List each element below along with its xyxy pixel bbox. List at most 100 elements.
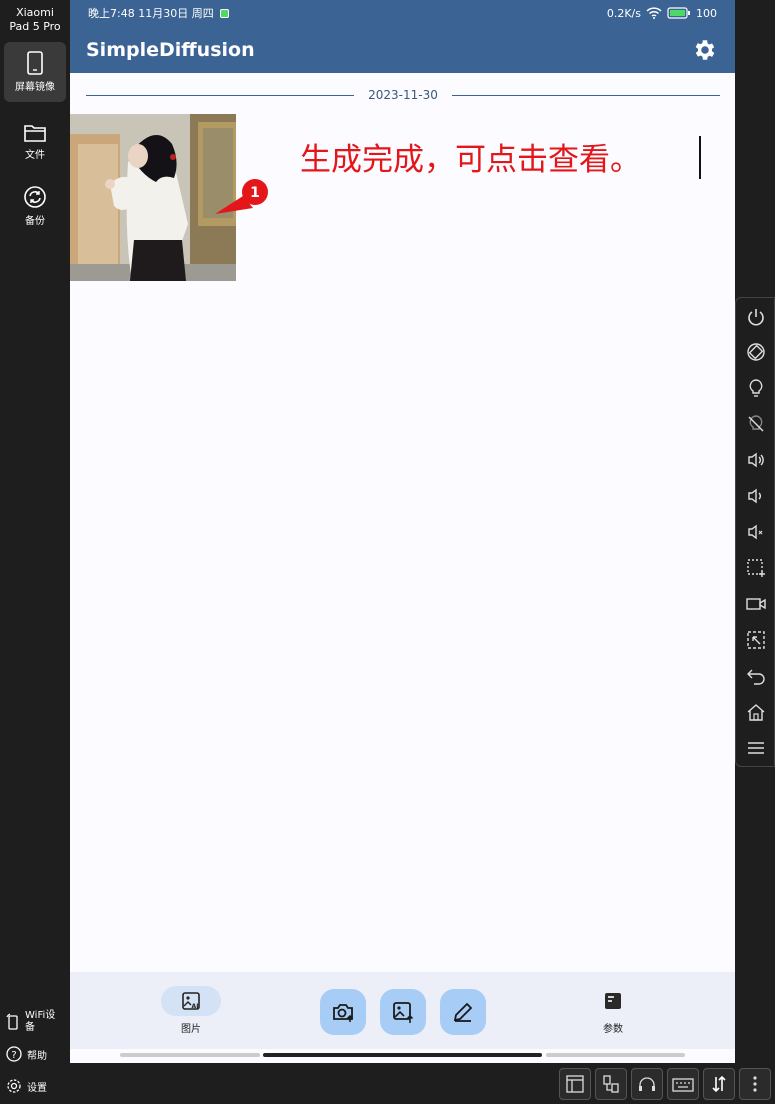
device-name-line1: Xiaomi [16,6,54,19]
battery-icon [667,7,690,19]
edit-icon [453,1002,473,1022]
gear-icon [7,1079,21,1093]
usb-icon [603,1075,619,1093]
light-on-icon [749,379,763,397]
folder-icon [24,125,46,142]
sidebar-item-label: 备份 [25,216,45,227]
bottom-control-strip [70,1063,775,1104]
tab-pill: AI [161,986,221,1016]
settings-button[interactable] [691,36,719,64]
count-badge: 1 [215,179,268,214]
keyboard-button[interactable] [667,1068,699,1100]
window-layout-icon [566,1075,584,1093]
sidebar-item-backup[interactable]: 备份 [4,176,66,236]
record-icon [746,598,766,610]
history-date: 2023-11-30 [368,88,438,102]
region-capture-button[interactable] [745,629,767,651]
more-options-button[interactable] [739,1068,771,1100]
params-icon [605,993,621,1009]
bottom-navigation: AI 图片 参数 [70,972,735,1049]
settings-label: 设置 [27,1082,47,1094]
mute-button[interactable] [745,521,767,543]
help-label: 帮助 [27,1050,47,1062]
volume-down-icon [748,488,761,504]
sidebar-settings[interactable]: 设置 [6,1078,47,1094]
screen-light-off-button[interactable] [745,413,767,435]
power-button[interactable] [745,306,767,328]
device-name: Xiaomi Pad 5 Pro [0,6,70,34]
back-button[interactable] [745,665,767,687]
ai-image-icon: AI [182,992,200,1010]
generated-image-thumbnail[interactable] [70,114,236,281]
home-button[interactable] [745,701,767,723]
camera-upload-button[interactable] [320,989,366,1035]
volume-down-button[interactable] [745,485,767,507]
nav-indicator-right [546,1053,685,1057]
usb-connection-button[interactable] [595,1068,627,1100]
notification-icon [219,8,229,18]
tab-images-label: 图片 [181,1024,201,1035]
image-upload-icon [393,1002,414,1023]
screenshot-button[interactable] [745,557,767,579]
light-off-icon [748,415,764,432]
phone-icon [27,51,43,75]
screen-light-on-button[interactable] [745,377,767,399]
divider-line [451,94,720,96]
badge-count-text: 1 [250,185,260,201]
edit-prompt-button[interactable] [440,989,486,1035]
sidebar-help[interactable]: ? 帮助 [6,1046,47,1062]
menu-icon [748,742,764,754]
left-sidebar: Xiaomi Pad 5 Pro 屏幕镜像 文件 备份 WiFi设备 ? 帮助 … [0,0,70,1104]
transfer-icon [712,1075,726,1093]
tab-params-label: 参数 [603,1024,623,1035]
sidebar-item-screen-mirror[interactable]: 屏幕镜像 [4,42,66,102]
wifi-device-icon [6,1013,18,1030]
transfer-button[interactable] [703,1068,735,1100]
tab-images[interactable]: AI 图片 [151,986,231,1035]
svg-text:?: ? [11,1050,16,1061]
battery-level: 100 [696,6,717,20]
app-bar: SimpleDiffusion [70,26,735,73]
menu-button[interactable] [745,737,767,759]
volume-up-button[interactable] [745,449,767,471]
keyboard-icon [672,1078,694,1092]
rotate-button[interactable] [745,341,767,363]
sidebar-item-label: 屏幕镜像 [15,82,55,93]
status-bar: 晚上7:48 11月30日 周四 0.2K/s 100 [70,0,735,26]
device-name-line2: Pad 5 Pro [9,20,61,33]
record-button[interactable] [745,593,767,615]
divider-line [86,94,355,96]
audio-button[interactable] [631,1068,663,1100]
svg-text:AI: AI [192,1003,199,1010]
back-icon [747,669,765,685]
volume-up-icon [748,452,764,468]
window-layout-button[interactable] [559,1068,591,1100]
sidebar-item-label: 文件 [25,150,45,161]
image-upload-button[interactable] [380,989,426,1035]
more-vertical-icon [753,1076,757,1092]
wifi-icon [646,7,662,19]
rotate-icon [747,343,765,361]
tab-pill [583,986,643,1016]
camera-upload-icon [333,1004,354,1022]
text-cursor [699,136,701,179]
sidebar-item-files[interactable]: 文件 [4,112,66,172]
volume-mute-icon [748,524,763,540]
sync-icon [24,186,46,208]
region-capture-icon [747,631,765,649]
app-title: SimpleDiffusion [86,38,255,61]
network-speed: 0.2K/s [606,6,641,20]
status-time: 晚上7:48 11月30日 周四 [88,7,214,20]
tab-params[interactable]: 参数 [573,986,653,1035]
status-right: 0.2K/s 100 [607,7,717,20]
help-icon: ? [6,1046,22,1062]
home-indicator[interactable] [263,1053,542,1057]
gear-icon [695,39,715,60]
nav-indicator-left [120,1053,260,1057]
phone-screen: 晚上7:48 11月30日 周四 0.2K/s 100 SimpleDiffus… [70,0,735,1063]
wifi-device-label: WiFi设备 [25,1010,56,1033]
app-window: Xiaomi Pad 5 Pro 屏幕镜像 文件 备份 WiFi设备 ? 帮助 … [0,0,775,1104]
annotation-text: 生成完成，可点击查看。 [300,142,641,178]
sidebar-wifi-device[interactable]: WiFi设备 [6,1010,61,1034]
date-divider: 2023-11-30 [86,86,720,104]
